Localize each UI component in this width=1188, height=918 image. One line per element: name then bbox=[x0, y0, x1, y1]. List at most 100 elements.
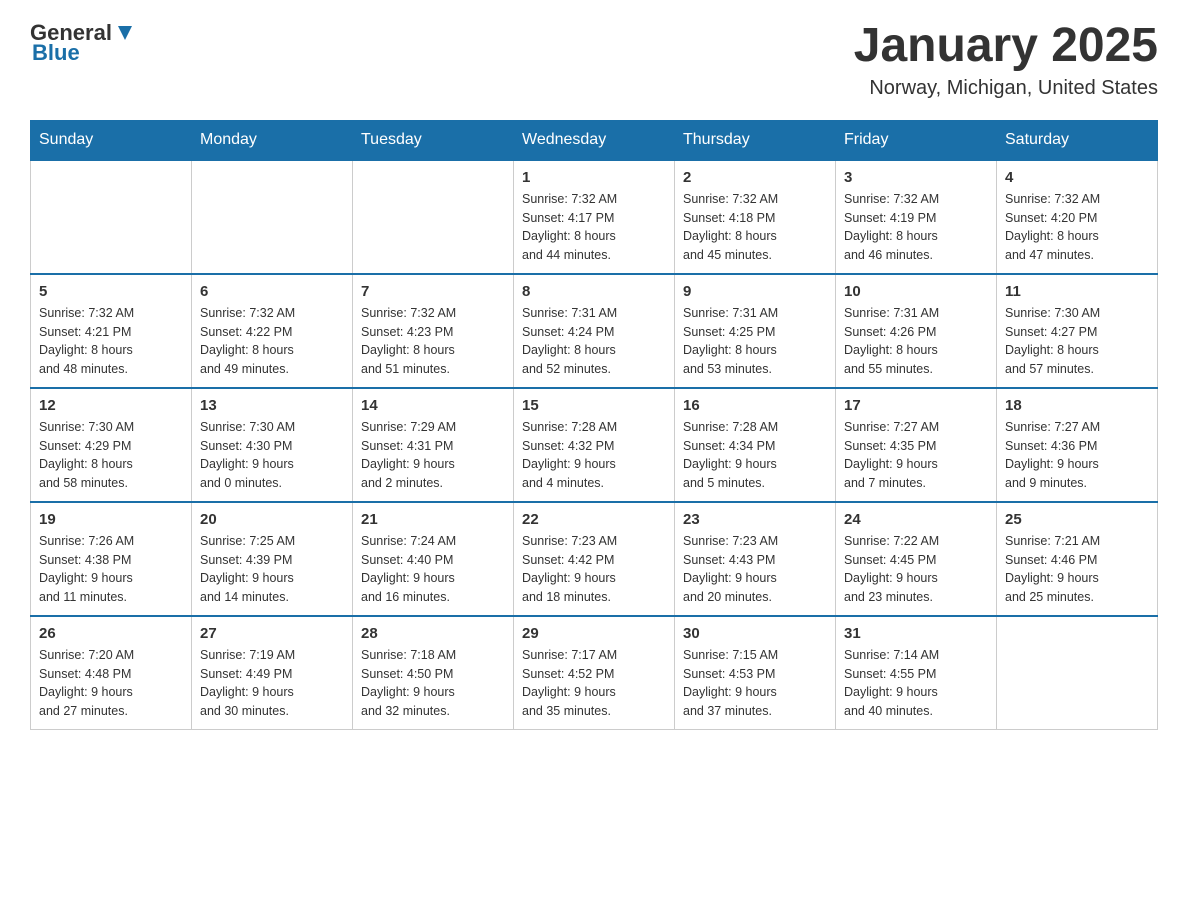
day-number-0-5: 3 bbox=[844, 169, 988, 186]
day-info-0-4: Sunrise: 7:32 AMSunset: 4:18 PMDaylight:… bbox=[683, 190, 827, 265]
day-number-1-1: 6 bbox=[200, 283, 344, 300]
day-number-4-2: 28 bbox=[361, 625, 505, 642]
day-info-1-5: Sunrise: 7:31 AMSunset: 4:26 PMDaylight:… bbox=[844, 304, 988, 379]
day-cell-0-0 bbox=[31, 160, 192, 274]
header-saturday: Saturday bbox=[997, 120, 1158, 160]
day-info-3-0: Sunrise: 7:26 AMSunset: 4:38 PMDaylight:… bbox=[39, 532, 183, 607]
day-number-4-4: 30 bbox=[683, 625, 827, 642]
day-number-2-1: 13 bbox=[200, 397, 344, 414]
logo-blue-text: Blue bbox=[32, 40, 80, 66]
day-info-0-5: Sunrise: 7:32 AMSunset: 4:19 PMDaylight:… bbox=[844, 190, 988, 265]
day-cell-4-3: 29Sunrise: 7:17 AMSunset: 4:52 PMDayligh… bbox=[514, 616, 675, 730]
day-number-2-5: 17 bbox=[844, 397, 988, 414]
day-info-1-6: Sunrise: 7:30 AMSunset: 4:27 PMDaylight:… bbox=[1005, 304, 1149, 379]
day-number-4-0: 26 bbox=[39, 625, 183, 642]
day-cell-3-5: 24Sunrise: 7:22 AMSunset: 4:45 PMDayligh… bbox=[836, 502, 997, 616]
day-cell-2-3: 15Sunrise: 7:28 AMSunset: 4:32 PMDayligh… bbox=[514, 388, 675, 502]
day-number-2-0: 12 bbox=[39, 397, 183, 414]
day-cell-1-0: 5Sunrise: 7:32 AMSunset: 4:21 PMDaylight… bbox=[31, 274, 192, 388]
day-info-4-3: Sunrise: 7:17 AMSunset: 4:52 PMDaylight:… bbox=[522, 646, 666, 721]
day-number-3-2: 21 bbox=[361, 511, 505, 528]
day-number-4-5: 31 bbox=[844, 625, 988, 642]
day-cell-4-5: 31 Sunrise: 7:14 AMSunset: 4:55 PMDayligh… bbox=[836, 616, 997, 730]
header: General Blue January 2025 Norway, Michig… bbox=[30, 20, 1158, 100]
day-info-2-4: Sunrise: 7:28 AMSunset: 4:34 PMDaylight:… bbox=[683, 418, 827, 493]
calendar-title: January 2025 bbox=[854, 20, 1158, 73]
day-cell-4-6 bbox=[997, 616, 1158, 730]
day-number-3-0: 19 bbox=[39, 511, 183, 528]
day-number-1-5: 10 bbox=[844, 283, 988, 300]
day-info-3-6: Sunrise: 7:21 AMSunset: 4:46 PMDaylight:… bbox=[1005, 532, 1149, 607]
week-row-3: 19 Sunrise: 7:26 AMSunset: 4:38 PMDayligh… bbox=[31, 502, 1158, 616]
day-cell-0-2 bbox=[353, 160, 514, 274]
logo-arrow-icon bbox=[114, 22, 136, 44]
day-info-0-6: Sunrise: 7:32 AMSunset: 4:20 PMDaylight:… bbox=[1005, 190, 1149, 265]
header-friday: Friday bbox=[836, 120, 997, 160]
day-cell-4-0: 26 Sunrise: 7:20 AMSunset: 4:48 PMDayligh… bbox=[31, 616, 192, 730]
day-info-3-5: Sunrise: 7:22 AMSunset: 4:45 PMDaylight:… bbox=[844, 532, 988, 607]
day-number-4-1: 27 bbox=[200, 625, 344, 642]
day-cell-0-3: 1Sunrise: 7:32 AMSunset: 4:17 PMDaylight… bbox=[514, 160, 675, 274]
day-info-3-2: Sunrise: 7:24 AMSunset: 4:40 PMDaylight:… bbox=[361, 532, 505, 607]
logo: General Blue bbox=[30, 20, 136, 66]
day-cell-0-6: 4 Sunrise: 7:32 AMSunset: 4:20 PMDaylight… bbox=[997, 160, 1158, 274]
day-cell-0-1 bbox=[192, 160, 353, 274]
day-info-0-3: Sunrise: 7:32 AMSunset: 4:17 PMDaylight:… bbox=[522, 190, 666, 265]
day-number-1-3: 8 bbox=[522, 283, 666, 300]
day-info-1-4: Sunrise: 7:31 AMSunset: 4:25 PMDaylight:… bbox=[683, 304, 827, 379]
day-cell-2-0: 12 Sunrise: 7:30 AMSunset: 4:29 PMDayligh… bbox=[31, 388, 192, 502]
day-cell-3-2: 21 Sunrise: 7:24 AMSunset: 4:40 PMDayligh… bbox=[353, 502, 514, 616]
week-row-0: 1Sunrise: 7:32 AMSunset: 4:17 PMDaylight… bbox=[31, 160, 1158, 274]
day-cell-2-5: 17Sunrise: 7:27 AMSunset: 4:35 PMDayligh… bbox=[836, 388, 997, 502]
day-number-1-4: 9 bbox=[683, 283, 827, 300]
week-row-1: 5Sunrise: 7:32 AMSunset: 4:21 PMDaylight… bbox=[31, 274, 1158, 388]
day-number-3-6: 25 bbox=[1005, 511, 1149, 528]
day-number-3-4: 23 bbox=[683, 511, 827, 528]
day-number-2-3: 15 bbox=[522, 397, 666, 414]
day-cell-3-1: 20 Sunrise: 7:25 AMSunset: 4:39 PMDayligh… bbox=[192, 502, 353, 616]
day-cell-3-4: 23Sunrise: 7:23 AMSunset: 4:43 PMDayligh… bbox=[675, 502, 836, 616]
day-cell-4-4: 30 Sunrise: 7:15 AMSunset: 4:53 PMDayligh… bbox=[675, 616, 836, 730]
day-cell-3-0: 19 Sunrise: 7:26 AMSunset: 4:38 PMDayligh… bbox=[31, 502, 192, 616]
day-cell-2-1: 13Sunrise: 7:30 AMSunset: 4:30 PMDayligh… bbox=[192, 388, 353, 502]
day-cell-0-4: 2 Sunrise: 7:32 AMSunset: 4:18 PMDaylight… bbox=[675, 160, 836, 274]
day-cell-4-2: 28 Sunrise: 7:18 AMSunset: 4:50 PMDayligh… bbox=[353, 616, 514, 730]
day-cell-3-3: 22 Sunrise: 7:23 AMSunset: 4:42 PMDayligh… bbox=[514, 502, 675, 616]
day-info-2-6: Sunrise: 7:27 AMSunset: 4:36 PMDaylight:… bbox=[1005, 418, 1149, 493]
week-row-4: 26 Sunrise: 7:20 AMSunset: 4:48 PMDayligh… bbox=[31, 616, 1158, 730]
day-number-2-4: 16 bbox=[683, 397, 827, 414]
day-info-4-1: Sunrise: 7:19 AMSunset: 4:49 PMDaylight:… bbox=[200, 646, 344, 721]
day-headers-row: Sunday Monday Tuesday Wednesday Thursday… bbox=[31, 120, 1158, 160]
day-number-3-3: 22 bbox=[522, 511, 666, 528]
header-wednesday: Wednesday bbox=[514, 120, 675, 160]
day-info-2-0: Sunrise: 7:30 AMSunset: 4:29 PMDaylight:… bbox=[39, 418, 183, 493]
day-info-4-5: Sunrise: 7:14 AMSunset: 4:55 PMDaylight:… bbox=[844, 646, 988, 721]
day-info-3-1: Sunrise: 7:25 AMSunset: 4:39 PMDaylight:… bbox=[200, 532, 344, 607]
day-number-0-4: 2 bbox=[683, 169, 827, 186]
day-info-4-0: Sunrise: 7:20 AMSunset: 4:48 PMDaylight:… bbox=[39, 646, 183, 721]
day-number-3-1: 20 bbox=[200, 511, 344, 528]
day-number-2-6: 18 bbox=[1005, 397, 1149, 414]
header-sunday: Sunday bbox=[31, 120, 192, 160]
week-row-2: 12 Sunrise: 7:30 AMSunset: 4:29 PMDayligh… bbox=[31, 388, 1158, 502]
day-cell-1-3: 8 Sunrise: 7:31 AMSunset: 4:24 PMDaylight… bbox=[514, 274, 675, 388]
day-cell-1-5: 10 Sunrise: 7:31 AMSunset: 4:26 PMDayligh… bbox=[836, 274, 997, 388]
header-tuesday: Tuesday bbox=[353, 120, 514, 160]
day-info-1-0: Sunrise: 7:32 AMSunset: 4:21 PMDaylight:… bbox=[39, 304, 183, 379]
day-info-2-2: Sunrise: 7:29 AMSunset: 4:31 PMDaylight:… bbox=[361, 418, 505, 493]
day-info-1-3: Sunrise: 7:31 AMSunset: 4:24 PMDaylight:… bbox=[522, 304, 666, 379]
calendar-table: Sunday Monday Tuesday Wednesday Thursday… bbox=[30, 120, 1158, 730]
day-cell-0-5: 3 Sunrise: 7:32 AMSunset: 4:19 PMDaylight… bbox=[836, 160, 997, 274]
day-info-3-3: Sunrise: 7:23 AMSunset: 4:42 PMDaylight:… bbox=[522, 532, 666, 607]
calendar-subtitle: Norway, Michigan, United States bbox=[854, 77, 1158, 100]
day-number-0-6: 4 bbox=[1005, 169, 1149, 186]
day-cell-1-6: 11Sunrise: 7:30 AMSunset: 4:27 PMDayligh… bbox=[997, 274, 1158, 388]
day-number-1-2: 7 bbox=[361, 283, 505, 300]
day-cell-1-1: 6Sunrise: 7:32 AMSunset: 4:22 PMDaylight… bbox=[192, 274, 353, 388]
day-cell-1-2: 7Sunrise: 7:32 AMSunset: 4:23 PMDaylight… bbox=[353, 274, 514, 388]
day-cell-1-4: 9 Sunrise: 7:31 AMSunset: 4:25 PMDaylight… bbox=[675, 274, 836, 388]
day-info-4-4: Sunrise: 7:15 AMSunset: 4:53 PMDaylight:… bbox=[683, 646, 827, 721]
day-info-4-2: Sunrise: 7:18 AMSunset: 4:50 PMDaylight:… bbox=[361, 646, 505, 721]
header-thursday: Thursday bbox=[675, 120, 836, 160]
day-cell-4-1: 27 Sunrise: 7:19 AMSunset: 4:49 PMDayligh… bbox=[192, 616, 353, 730]
